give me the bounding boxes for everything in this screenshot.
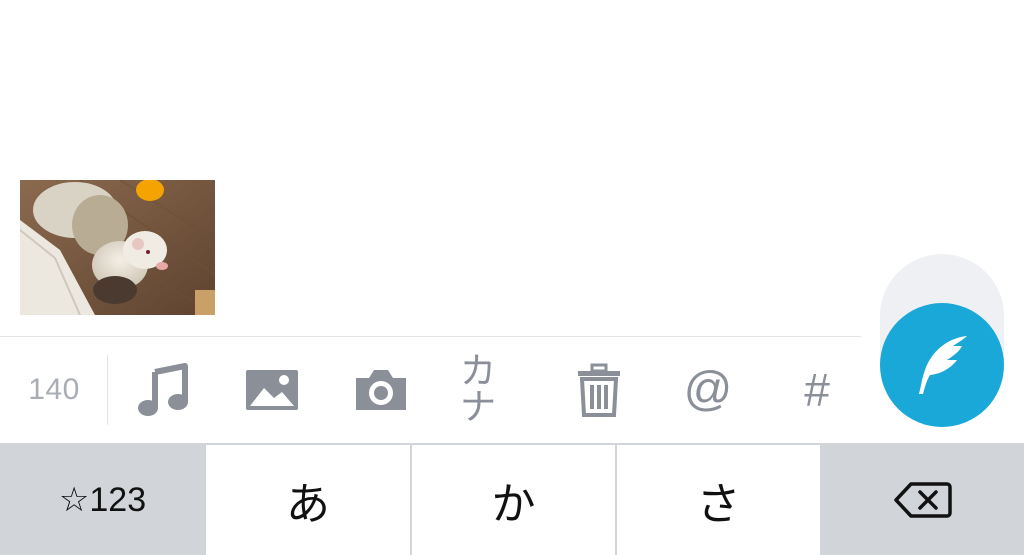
key-ka-label: か — [491, 479, 536, 530]
quill-feather-icon — [919, 336, 967, 394]
compose-screen: 140 カナ @ # ☆123 あ か さ — [0, 0, 1024, 555]
mode-switch-key[interactable]: ☆123 — [0, 445, 205, 555]
counter-divider — [107, 355, 108, 425]
at-sign-icon: @ — [683, 363, 733, 416]
music-icon — [138, 363, 188, 416]
attached-image-thumbnail[interactable] — [20, 180, 215, 315]
camera-button[interactable] — [351, 360, 411, 420]
key-ka[interactable]: か — [412, 445, 615, 555]
mode-switch-label: ☆123 — [58, 481, 147, 519]
trash-icon — [578, 363, 620, 417]
katakana-button[interactable]: カナ — [460, 354, 520, 426]
backspace-key[interactable] — [822, 445, 1024, 555]
photo-library-button[interactable] — [242, 360, 302, 420]
mention-button[interactable]: @ — [678, 360, 738, 420]
image-icon — [246, 370, 298, 410]
hashtag-button[interactable]: # — [787, 360, 847, 420]
music-button[interactable] — [133, 360, 193, 420]
backspace-icon — [894, 482, 952, 518]
japanese-kana-keyboard: ☆123 あ か さ — [0, 443, 1024, 555]
key-a[interactable]: あ — [206, 445, 410, 555]
ferret-photo — [20, 180, 215, 315]
key-sa-label: さ — [696, 479, 741, 530]
key-a-label: あ — [286, 479, 330, 530]
camera-icon — [356, 370, 406, 410]
key-sa[interactable]: さ — [617, 445, 820, 555]
post-button[interactable] — [880, 303, 1004, 427]
delete-draft-button[interactable] — [569, 360, 629, 420]
hashtag-icon: # — [804, 364, 830, 416]
katakana-label: カナ — [460, 351, 497, 428]
character-counter: 140 — [28, 373, 80, 406]
